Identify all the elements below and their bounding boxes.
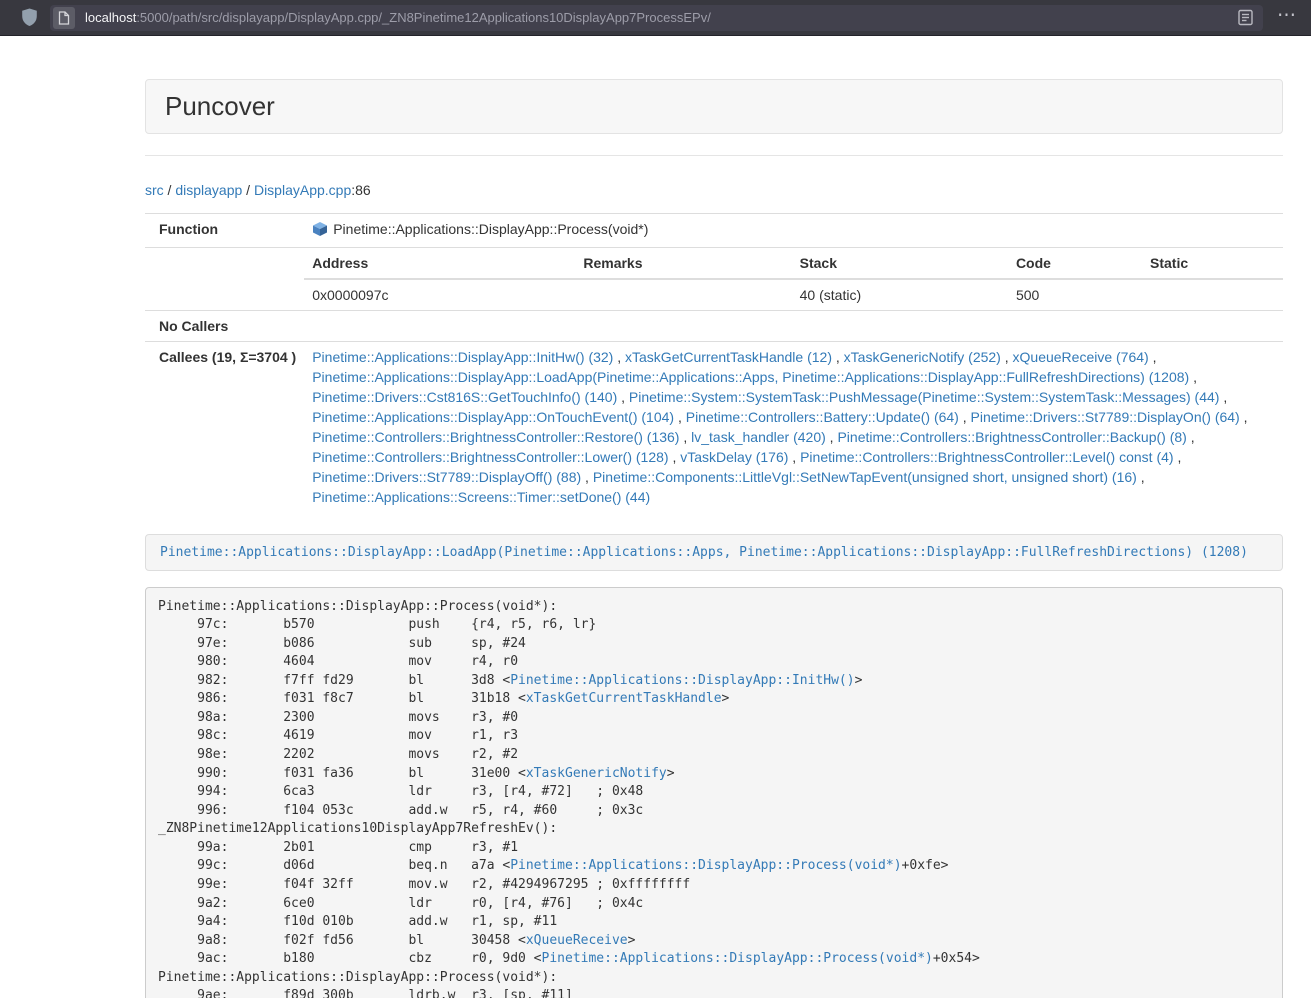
callees-row: Callees (19, Σ=3704 ) Pinetime::Applicat…	[145, 342, 1283, 513]
stats-header-address: Address	[304, 248, 575, 279]
function-symbol-cell: Pinetime::Applications::DisplayApp::Proc…	[304, 214, 1283, 248]
stats-table-cell: Address Remarks Stack Code Static 0x0000…	[304, 248, 1283, 311]
callees-list: Pinetime::Applications::DisplayApp::Init…	[304, 342, 1283, 513]
no-callers-empty-cell	[304, 311, 1283, 342]
disassembly-code-block: Pinetime::Applications::DisplayApp::Proc…	[145, 587, 1283, 998]
code-symbol-link[interactable]: xQueueReceive	[526, 933, 628, 948]
callee-link[interactable]: Pinetime::System::SystemTask::PushMessag…	[629, 389, 1220, 405]
callee-link[interactable]: xQueueReceive (764)	[1013, 349, 1149, 365]
callee-link[interactable]: Pinetime::Controllers::Battery::Update()…	[686, 409, 959, 425]
stats-header-code: Code	[1008, 248, 1142, 279]
page: Puncover src / displayapp / DisplayApp.c…	[0, 36, 1311, 998]
no-callers-label: No Callers	[145, 311, 304, 342]
stats-remarks-value	[575, 279, 791, 310]
function-name: Pinetime::Applications::DisplayApp::Proc…	[333, 221, 648, 237]
stats-value-row: 0x0000097c 40 (static) 500	[304, 279, 1283, 310]
code-symbol-link[interactable]: xTaskGenericNotify	[526, 766, 667, 781]
code-symbol-link[interactable]: Pinetime::Applications::DisplayApp::Init…	[510, 673, 854, 688]
app-title-box: Puncover	[145, 79, 1283, 134]
callee-link[interactable]: Pinetime::Applications::DisplayApp::OnTo…	[312, 409, 674, 425]
stats-address-value: 0x0000097c	[304, 279, 575, 310]
breadcrumb-link[interactable]: displayapp	[175, 182, 242, 198]
tracking-protection-shield-icon[interactable]	[21, 8, 38, 27]
breadcrumb-link[interactable]: src	[145, 182, 164, 198]
callee-link[interactable]: xTaskGetCurrentTaskHandle (12)	[625, 349, 832, 365]
callee-link[interactable]: vTaskDelay (176)	[680, 449, 788, 465]
callee-link[interactable]: Pinetime::Controllers::BrightnessControl…	[800, 449, 1173, 465]
symbol-cube-icon	[312, 221, 328, 242]
url-bar[interactable]: localhost:5000/path/src/displayapp/Displ…	[50, 5, 1263, 31]
app-title: Puncover	[165, 91, 275, 121]
stats-row-container: Address Remarks Stack Code Static 0x0000…	[145, 248, 1283, 311]
stats-header-remarks: Remarks	[575, 248, 791, 279]
url-host: localhost	[85, 10, 136, 25]
overflow-menu-icon[interactable]: ⋯	[1277, 4, 1297, 27]
stats-row-spacer	[145, 248, 304, 311]
content-container: Puncover src / displayapp / DisplayApp.c…	[145, 79, 1283, 998]
callee-link[interactable]: lv_task_handler (420)	[691, 429, 826, 445]
code-symbol-link[interactable]: xTaskGetCurrentTaskHandle	[526, 691, 722, 706]
function-table: Function Pinetime::Applications::Display…	[145, 213, 1283, 512]
callee-link[interactable]: xTaskGenericNotify (252)	[844, 349, 1001, 365]
function-label: Function	[145, 214, 304, 248]
callee-link[interactable]: Pinetime::Drivers::St7789::DisplayOn() (…	[971, 409, 1240, 425]
stats-code-value: 500	[1008, 279, 1142, 310]
url-text: localhost:5000/path/src/displayapp/Displ…	[85, 10, 1238, 25]
stats-static-value	[1142, 279, 1283, 310]
site-identity-icon[interactable]	[53, 7, 75, 29]
breadcrumb: src / displayapp / DisplayApp.cpp:86	[145, 180, 1283, 200]
stats-header-static: Static	[1142, 248, 1283, 279]
callee-link[interactable]: Pinetime::Applications::DisplayApp::Load…	[312, 369, 1189, 385]
stats-table: Address Remarks Stack Code Static 0x0000…	[304, 248, 1283, 310]
callee-link[interactable]: Pinetime::Controllers::BrightnessControl…	[837, 429, 1186, 445]
stats-stack-value: 40 (static)	[792, 279, 1008, 310]
url-path: :5000/path/src/displayapp/DisplayApp.cpp…	[136, 10, 711, 25]
breadcrumb-link[interactable]: DisplayApp.cpp	[254, 182, 351, 198]
callee-link[interactable]: Pinetime::Applications::DisplayApp::Init…	[312, 349, 613, 365]
function-row: Function Pinetime::Applications::Display…	[145, 214, 1283, 248]
callee-link[interactable]: Pinetime::Components::LittleVgl::SetNewT…	[593, 469, 1137, 485]
loadapp-link[interactable]: Pinetime::Applications::DisplayApp::Load…	[160, 545, 1248, 560]
browser-chrome: localhost:5000/path/src/displayapp/Displ…	[0, 0, 1311, 36]
loadapp-panel: Pinetime::Applications::DisplayApp::Load…	[145, 534, 1283, 571]
callee-link[interactable]: Pinetime::Drivers::St7789::DisplayOff() …	[312, 469, 581, 485]
no-callers-row: No Callers	[145, 311, 1283, 342]
callee-link[interactable]: Pinetime::Drivers::Cst816S::GetTouchInfo…	[312, 389, 617, 405]
callee-link[interactable]: Pinetime::Controllers::BrightnessControl…	[312, 449, 668, 465]
stats-header-row: Address Remarks Stack Code Static	[304, 248, 1283, 279]
code-symbol-link[interactable]: Pinetime::Applications::DisplayApp::Proc…	[510, 858, 901, 873]
callee-link[interactable]: Pinetime::Controllers::BrightnessControl…	[312, 429, 679, 445]
divider	[145, 155, 1283, 156]
reader-mode-icon[interactable]	[1238, 9, 1253, 26]
callee-link[interactable]: Pinetime::Applications::Screens::Timer::…	[312, 489, 650, 505]
stats-header-stack: Stack	[792, 248, 1008, 279]
callees-label: Callees (19, Σ=3704 )	[145, 342, 304, 513]
code-symbol-link[interactable]: Pinetime::Applications::DisplayApp::Proc…	[542, 951, 933, 966]
